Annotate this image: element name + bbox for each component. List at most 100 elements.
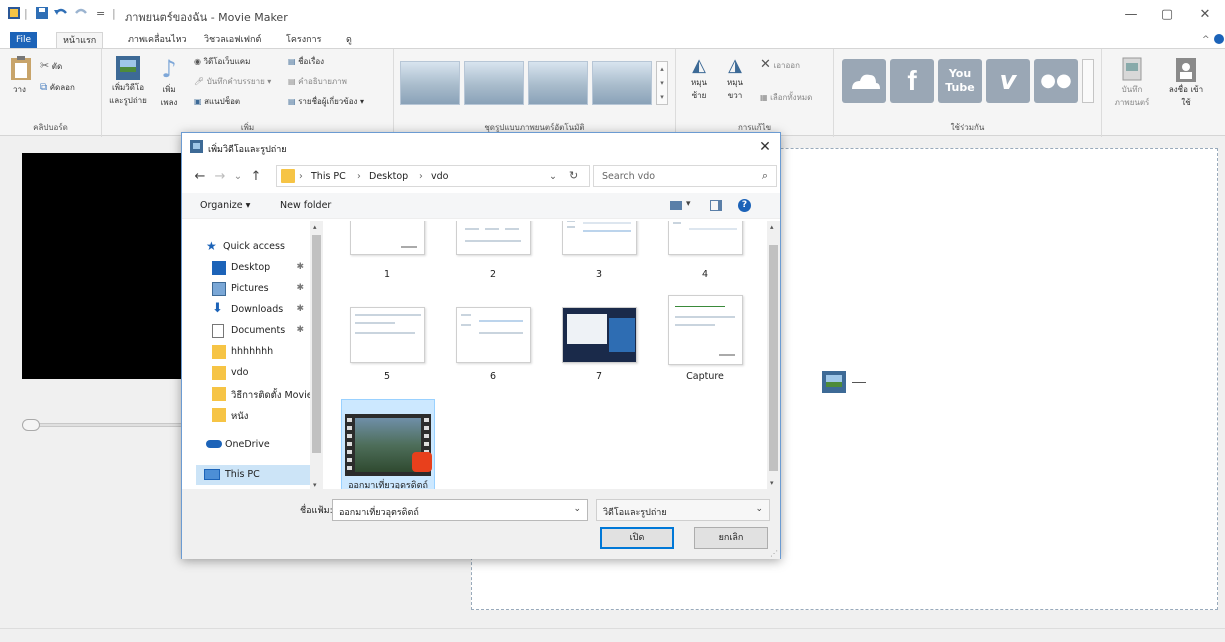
file-scroll-thumb[interactable]: [769, 245, 778, 471]
filename-input[interactable]: ออกมาเที่ยวอุตรดิตถ์ ⌄: [332, 499, 588, 521]
copy-label: คัดลอก: [49, 83, 75, 92]
seek-thumb[interactable]: [22, 419, 40, 431]
nav-item-quick-access[interactable]: ★ Quick access: [196, 237, 310, 257]
scroll-up-icon[interactable]: ▴: [770, 223, 774, 231]
file-item[interactable]: 2: [443, 221, 543, 303]
credits-button[interactable]: ▤ รายชื่อผู้เกี่ยวข้อง ▾: [288, 95, 364, 108]
webcam-video-button[interactable]: ◉ วิดีโอเว็บแคม: [194, 55, 250, 68]
chevron-down-icon[interactable]: ⌄: [573, 504, 581, 514]
breadcrumb-desktop[interactable]: Desktop: [369, 171, 408, 182]
snapshot-button[interactable]: ▣ สแนปช็อต: [194, 95, 240, 108]
file-type-select[interactable]: วิดีโอและรูปถ่าย ⌄: [596, 499, 770, 521]
add-videos-photos-button[interactable]: เพิ่มวิดีโอ และรูปถ่าย: [108, 55, 148, 107]
file-item[interactable]: 7: [549, 293, 649, 389]
search-input[interactable]: Search vdo: [602, 171, 655, 182]
refresh-icon[interactable]: ↻: [569, 169, 578, 182]
chevron-down-icon[interactable]: ⌄: [755, 504, 763, 514]
select-all-button[interactable]: ▦ เลือกทั้งหมด: [760, 91, 812, 104]
dialog-close-button[interactable]: ✕: [754, 137, 776, 157]
qa-dropdown[interactable]: =: [96, 7, 105, 21]
nav-item-desktop[interactable]: Desktop ✱: [196, 258, 310, 278]
add-music-button[interactable]: ♪ เพิ่ม เพลง: [154, 55, 184, 109]
paste-button[interactable]: วาง: [10, 55, 32, 96]
tab-view[interactable]: ดู: [340, 32, 358, 48]
nav-item-vdo[interactable]: vdo: [196, 363, 310, 383]
file-item[interactable]: 6: [443, 293, 543, 389]
caption-button[interactable]: ▤ คำอธิบายภาพ: [288, 75, 347, 88]
undo-icon[interactable]: [54, 7, 68, 21]
back-button[interactable]: ←: [192, 170, 208, 184]
up-button[interactable]: ↑: [248, 170, 264, 184]
tab-file[interactable]: File: [10, 32, 38, 48]
minimize-button[interactable]: —: [1116, 6, 1146, 24]
breadcrumb-vdo[interactable]: vdo: [431, 171, 448, 182]
nav-item-install-movie[interactable]: วิธีการติดตั้ง Movie: [196, 384, 310, 404]
nav-item-hhhhhhh[interactable]: hhhhhhh: [196, 342, 310, 362]
theme-thumbnail-3[interactable]: [528, 61, 588, 105]
recent-locations-button[interactable]: ⌄: [230, 170, 246, 184]
tab-home[interactable]: หน้าแรก: [56, 32, 104, 48]
nav-label: วิธีการติดตั้ง Movie: [231, 390, 310, 401]
address-dropdown-icon[interactable]: ⌄: [549, 171, 557, 182]
file-item[interactable]: 1: [337, 221, 437, 303]
search-box[interactable]: Search vdo ⌕: [593, 165, 777, 187]
nav-item-downloads[interactable]: ⬇ Downloads ✱: [196, 300, 310, 320]
organize-button[interactable]: Organize ▾: [200, 200, 250, 211]
copy-button[interactable]: ⧉ คัดลอก: [40, 81, 75, 94]
scroll-down-icon[interactable]: ▾: [313, 481, 317, 489]
seek-bar[interactable]: [22, 423, 192, 427]
open-button[interactable]: เปิด: [600, 527, 674, 549]
tab-visual-effects[interactable]: วิชวลเอฟเฟกต์: [198, 32, 267, 48]
record-narration-button[interactable]: 🎤︎ บันทึกคำบรรยาย ▾: [194, 75, 271, 88]
resize-grip-icon[interactable]: ⋰: [770, 549, 778, 558]
new-folder-button[interactable]: New folder: [280, 200, 331, 211]
view-dropdown-icon[interactable]: ▾: [686, 199, 691, 209]
themes-scroll[interactable]: ▴ ▾ ▾: [656, 61, 668, 105]
save-movie-button[interactable]: บันทึก ภาพยนตร์: [1108, 57, 1156, 109]
rotate-right-button[interactable]: ◮ หมุน ขวา: [720, 55, 750, 102]
save-icon[interactable]: [36, 7, 48, 21]
scroll-up-icon[interactable]: ▴: [313, 223, 317, 231]
nav-scroll-thumb[interactable]: [312, 235, 321, 453]
remove-button[interactable]: ✕ เอาออก: [760, 57, 800, 72]
onedrive-share-icon[interactable]: [842, 59, 886, 103]
youtube-share-icon[interactable]: You Tube: [938, 59, 982, 103]
share-scroll[interactable]: [1082, 59, 1094, 103]
forward-button[interactable]: →: [212, 170, 228, 184]
theme-thumbnail-4[interactable]: [592, 61, 652, 105]
nav-item-onedrive[interactable]: OneDrive: [196, 435, 310, 455]
close-button[interactable]: ✕: [1190, 6, 1220, 24]
theme-thumbnail-2[interactable]: [464, 61, 524, 105]
cancel-button[interactable]: ยกเลิก: [694, 527, 768, 549]
vimeo-share-icon[interactable]: v: [986, 59, 1030, 103]
theme-thumbnail-1[interactable]: [400, 61, 460, 105]
search-icon[interactable]: ⌕: [762, 169, 768, 183]
file-item[interactable]: Capture: [655, 279, 755, 382]
file-item-selected-video[interactable]: ออกมาเที่ยวอุดรดิตถ์: [341, 399, 435, 489]
tab-animations[interactable]: ภาพเคลื่อนไหว: [122, 32, 193, 48]
facebook-share-icon[interactable]: f: [890, 59, 934, 103]
file-item[interactable]: 5: [337, 293, 437, 389]
title-button[interactable]: ▤ ชื่อเรื่อง: [288, 55, 324, 68]
help-icon[interactable]: [1214, 34, 1224, 44]
view-options-icon[interactable]: [670, 201, 682, 210]
nav-item-documents[interactable]: Documents ✱: [196, 321, 310, 341]
nav-item-pictures[interactable]: Pictures ✱: [196, 279, 310, 299]
help-icon[interactable]: ?: [738, 199, 751, 212]
file-item[interactable]: 3: [549, 221, 649, 303]
sign-in-button[interactable]: ลงชื่อ เข้าใช้: [1166, 57, 1206, 109]
breadcrumb-this-pc[interactable]: This PC: [311, 171, 346, 182]
tab-project[interactable]: โครงการ: [280, 32, 327, 48]
scroll-down-icon[interactable]: ▾: [770, 479, 774, 487]
remove-icon: ✕: [760, 57, 771, 72]
flickr-share-icon[interactable]: ●●: [1034, 59, 1078, 103]
rotate-left-button[interactable]: ◭ หมุน ซ้าย: [684, 55, 714, 102]
preview-pane-icon[interactable]: [710, 200, 722, 211]
cut-button[interactable]: ✂ ตัด: [40, 59, 62, 73]
address-box[interactable]: › This PC › Desktop › vdo ⌄ ↻: [276, 165, 590, 187]
nav-item-movies[interactable]: หนัง: [196, 405, 310, 425]
restore-button[interactable]: ▢: [1152, 6, 1182, 24]
nav-item-this-pc[interactable]: This PC: [196, 465, 310, 485]
redo-icon[interactable]: [74, 7, 88, 21]
ribbon-collapse-button[interactable]: ^: [1196, 32, 1216, 48]
